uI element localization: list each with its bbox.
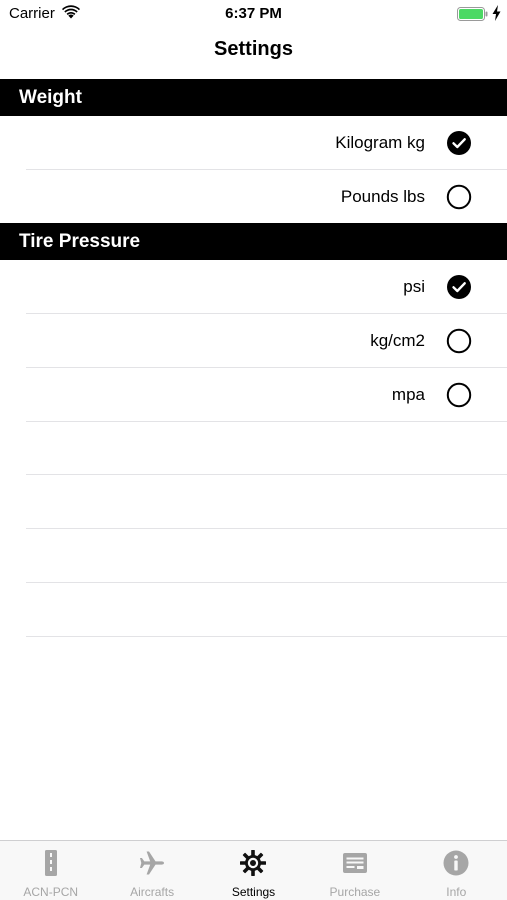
- tab-label: Purchase: [329, 885, 381, 899]
- empty-row-separator: [26, 582, 507, 583]
- info-icon: [443, 850, 469, 876]
- airplane-icon: [140, 851, 165, 875]
- unchecked-circle-icon: [446, 328, 472, 354]
- option-label: psi: [403, 277, 425, 296]
- checked-circle-icon: [447, 131, 471, 155]
- option-row-kilogram[interactable]: Kilogram kg: [0, 116, 507, 170]
- tab-acn-pcn[interactable]: ACN-PCN: [0, 841, 101, 900]
- option-label: mpa: [391, 385, 425, 404]
- tab-label: Info: [446, 885, 467, 899]
- tab-label: ACN-PCN: [23, 885, 79, 899]
- charging-bolt-icon: [492, 5, 501, 21]
- battery-icon: [457, 7, 488, 21]
- option-label: Pounds lbs: [340, 187, 425, 206]
- row-separator: [26, 421, 507, 422]
- option-row-mpa[interactable]: mpa: [0, 368, 507, 422]
- empty-row-separator: [26, 636, 507, 637]
- option-label: kg/cm2: [370, 331, 425, 350]
- tab-purchase[interactable]: Purchase: [304, 841, 405, 900]
- checked-circle-icon: [447, 275, 471, 299]
- runway-icon: [44, 850, 57, 876]
- tab-label: Settings: [231, 885, 276, 899]
- receipt-icon: [342, 853, 367, 873]
- gear-icon: [240, 850, 267, 876]
- section-header-weight: Weight: [0, 79, 507, 116]
- status-bar: Carrier 6:37 PM: [0, 0, 507, 28]
- unchecked-circle-icon: [446, 184, 472, 210]
- option-row-pounds[interactable]: Pounds lbs: [0, 170, 507, 224]
- tab-info[interactable]: Info: [406, 841, 507, 900]
- status-time: 6:37 PM: [225, 5, 282, 22]
- tab-label: Aircrafts: [130, 885, 175, 899]
- option-row-kg-cm2[interactable]: kg/cm2: [0, 314, 507, 368]
- empty-row-separator: [26, 474, 507, 475]
- tab-settings[interactable]: Settings: [203, 841, 304, 900]
- section-header-tire-pressure: Tire Pressure: [0, 223, 507, 260]
- tab-aircrafts[interactable]: Aircrafts: [101, 841, 202, 900]
- tab-bar: ACN-PCN Aircrafts Settings Purchase Info: [0, 840, 507, 900]
- empty-row-separator: [26, 528, 507, 529]
- option-label: Kilogram kg: [335, 133, 425, 152]
- page-title: Settings: [214, 38, 293, 60]
- unchecked-circle-icon: [446, 382, 472, 408]
- option-row-psi[interactable]: psi: [0, 260, 507, 314]
